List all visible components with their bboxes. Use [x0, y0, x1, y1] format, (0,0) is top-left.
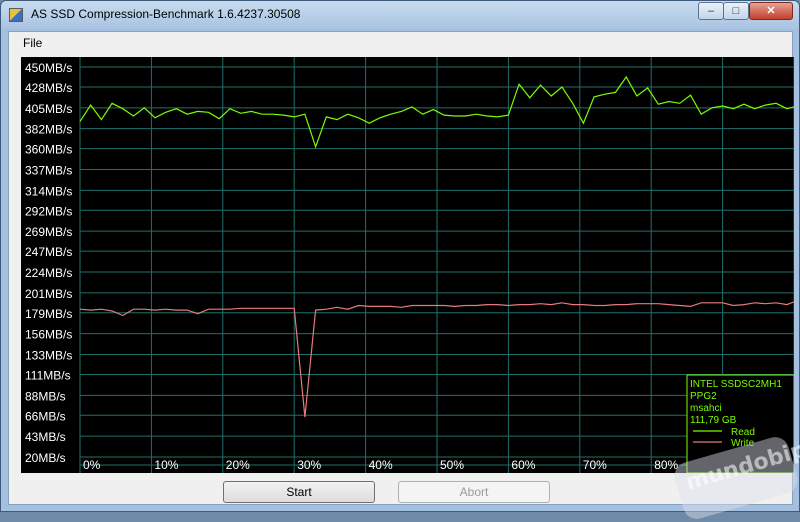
y-tick-label: 405MB/s: [25, 102, 72, 116]
title-bar[interactable]: AS SSD Compression-Benchmark 1.6.4237.30…: [1, 1, 799, 29]
y-tick-label: 88MB/s: [25, 389, 66, 403]
window-title: AS SSD Compression-Benchmark 1.6.4237.30…: [31, 7, 301, 21]
x-tick-label: 40%: [369, 458, 393, 472]
x-tick-label: 50%: [440, 458, 464, 472]
y-tick-label: 66MB/s: [25, 409, 66, 423]
y-tick-label: 224MB/s: [25, 266, 72, 280]
x-tick-label: 30%: [297, 458, 321, 472]
y-tick-label: 314MB/s: [25, 184, 72, 198]
drive-capacity: 111,79 GB: [690, 415, 737, 426]
compression-chart: 450MB/s 428MB/s 405MB/s 382MB/s 360MB/s 337MB…: [21, 57, 794, 473]
y-tick-label: 43MB/s: [25, 430, 66, 444]
y-tick-label: 133MB/s: [25, 349, 72, 363]
x-tick-label: 70%: [583, 458, 607, 472]
menu-bar: File: [9, 32, 792, 54]
drive-model: INTEL SSDSC2MH1: [690, 379, 782, 390]
drive-firmware: PPG2: [690, 391, 717, 402]
y-tick-label: 360MB/s: [25, 143, 72, 157]
y-tick-label: 450MB/s: [25, 61, 72, 75]
y-tick-label: 428MB/s: [25, 81, 72, 95]
y-tick-label: 247MB/s: [25, 245, 72, 259]
abort-button: Abort: [398, 481, 550, 503]
chart-svg: 450MB/s 428MB/s 405MB/s 382MB/s 360MB/s 337MB…: [25, 57, 794, 473]
x-tick-label: 0%: [83, 458, 101, 472]
y-tick-label: 382MB/s: [25, 123, 72, 137]
maximize-button[interactable]: □: [723, 2, 749, 20]
y-tick-label: 337MB/s: [25, 163, 72, 177]
y-tick-label: 111MB/s: [25, 368, 71, 382]
legend-read-label: Read: [731, 427, 755, 438]
x-tick-label: 20%: [226, 458, 250, 472]
x-tick-label: 10%: [154, 458, 178, 472]
minimize-button[interactable]: –: [698, 2, 724, 20]
y-axis-labels: 450MB/s 428MB/s 405MB/s 382MB/s 360MB/s 337MB…: [25, 61, 72, 465]
menu-file[interactable]: File: [23, 36, 42, 50]
drive-driver: msahci: [690, 403, 722, 414]
y-tick-label: 201MB/s: [25, 287, 72, 301]
app-icon: [9, 8, 23, 22]
y-tick-label: 20MB/s: [25, 451, 66, 465]
close-button[interactable]: ✕: [749, 2, 793, 20]
x-tick-label: 60%: [511, 458, 535, 472]
y-tick-label: 269MB/s: [25, 225, 72, 239]
app-window: AS SSD Compression-Benchmark 1.6.4237.30…: [0, 0, 800, 522]
y-tick-label: 292MB/s: [25, 204, 72, 218]
y-tick-label: 179MB/s: [25, 307, 72, 321]
y-tick-label: 156MB/s: [25, 328, 72, 342]
client-area: File 450MB/s 428MB/s 405MB/s 382MB/s 360MB/s…: [8, 31, 794, 505]
start-button[interactable]: Start: [223, 481, 375, 503]
